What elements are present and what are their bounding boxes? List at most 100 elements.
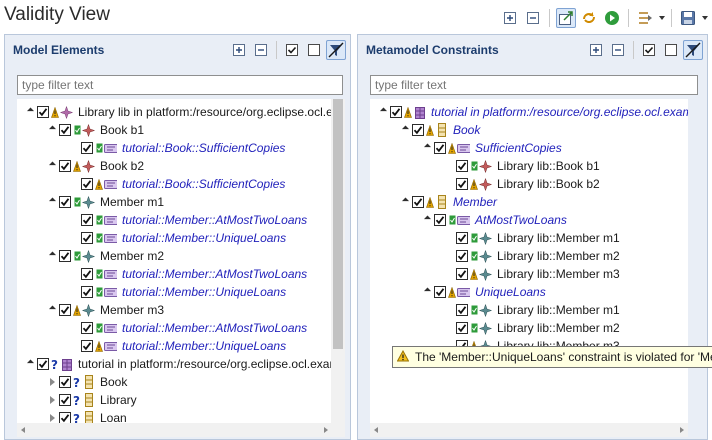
collapse-toggle-icon[interactable] (47, 395, 57, 405)
tree-row[interactable]: tutorial::Member::UniqueLoans (69, 283, 286, 301)
collapse-all-icon[interactable] (608, 40, 628, 60)
tree-row[interactable]: tutorial::Book::SufficientCopies (69, 175, 285, 193)
tree-row[interactable]: Library lib::Member m1 (444, 301, 620, 319)
select-all-icon[interactable] (639, 40, 659, 60)
enable-checkbox[interactable] (456, 160, 468, 172)
hide-filter-icon[interactable] (683, 40, 703, 60)
tree-row[interactable]: UniqueLoans (422, 283, 546, 301)
enable-checkbox[interactable] (59, 160, 71, 172)
tree-row[interactable]: tutorial::Member::AtMostTwoLoans (69, 319, 307, 337)
deselect-all-icon[interactable] (304, 40, 324, 60)
deselect-all-icon[interactable] (661, 40, 681, 60)
expand-toggle-icon[interactable] (47, 197, 57, 207)
enable-checkbox[interactable] (456, 178, 468, 190)
expand-toggle-icon[interactable] (422, 287, 432, 297)
collapse-toggle-icon[interactable] (47, 413, 57, 423)
expand-all-icon[interactable] (500, 8, 520, 28)
expand-toggle-icon[interactable] (25, 107, 35, 117)
tree-row[interactable]: Book b1 (47, 121, 144, 139)
expand-toggle-icon[interactable] (47, 305, 57, 315)
select-all-icon[interactable] (282, 40, 302, 60)
tree-row[interactable]: ? tutorial in platform:/resource/org.ecli… (25, 355, 332, 373)
tree-row[interactable]: ? Book (47, 373, 127, 391)
expand-toggle-icon[interactable] (47, 125, 57, 135)
enable-checkbox[interactable] (59, 250, 71, 262)
expand-toggle-icon[interactable] (378, 107, 388, 117)
expand-toggle-icon[interactable] (25, 359, 35, 369)
tree-row[interactable]: tutorial::Member::UniqueLoans (69, 337, 286, 355)
tree-row[interactable]: Library lib::Book b1 (444, 157, 600, 175)
expand-all-icon[interactable] (586, 40, 606, 60)
model-elements-tree[interactable]: Library lib in platform:/resource/org.ec… (17, 99, 332, 437)
enable-checkbox[interactable] (412, 124, 424, 136)
expand-all-icon[interactable] (229, 40, 249, 60)
hide-filter-icon[interactable] (326, 40, 346, 60)
tree-row[interactable]: Library lib in platform:/resource/org.ec… (25, 103, 332, 121)
expand-toggle-icon[interactable] (400, 125, 410, 135)
tree-row[interactable]: Member (400, 193, 497, 211)
enable-checkbox[interactable] (59, 304, 71, 316)
filter-menu-icon[interactable] (635, 8, 655, 28)
enable-checkbox[interactable] (59, 376, 71, 388)
expand-toggle-icon[interactable] (422, 215, 432, 225)
horizontal-scrollbar[interactable] (17, 423, 332, 437)
enable-checkbox[interactable] (456, 304, 468, 316)
enable-checkbox[interactable] (81, 142, 93, 154)
enable-checkbox[interactable] (37, 358, 49, 370)
vertical-scrollbar[interactable] (331, 99, 345, 437)
enable-checkbox[interactable] (81, 322, 93, 334)
enable-checkbox[interactable] (59, 124, 71, 136)
scrollbar-thumb[interactable] (333, 99, 343, 349)
tree-row[interactable]: tutorial::Member::AtMostTwoLoans (69, 265, 307, 283)
tree-row[interactable]: Library lib::Member m3 (444, 265, 620, 283)
filter-input[interactable] (17, 75, 343, 95)
enable-checkbox[interactable] (412, 196, 424, 208)
enable-checkbox[interactable] (434, 286, 446, 298)
enable-checkbox[interactable] (59, 196, 71, 208)
tree-row[interactable]: Library lib::Member m1 (444, 229, 620, 247)
tree-row[interactable]: Library lib::Member m2 (444, 247, 620, 265)
tree-row[interactable]: AtMostTwoLoans (422, 211, 567, 229)
enable-checkbox[interactable] (456, 250, 468, 262)
enable-checkbox[interactable] (81, 214, 93, 226)
run-validation-icon[interactable] (602, 8, 622, 28)
metamodel-constraints-tree[interactable]: tutorial in platform:/resource/org.eclip… (370, 99, 688, 437)
horizontal-scrollbar[interactable] (370, 423, 688, 437)
enable-checkbox[interactable] (81, 268, 93, 280)
collapse-all-icon[interactable] (251, 40, 271, 60)
enable-checkbox[interactable] (434, 214, 446, 226)
link-with-editor-icon[interactable] (556, 8, 576, 28)
chevron-down-icon[interactable] (702, 16, 708, 20)
expand-toggle-icon[interactable] (47, 251, 57, 261)
expand-toggle-icon[interactable] (400, 197, 410, 207)
tree-row[interactable]: ? Library (47, 391, 137, 409)
enable-checkbox[interactable] (456, 322, 468, 334)
tree-row[interactable]: Book (400, 121, 480, 139)
enable-checkbox[interactable] (390, 106, 402, 118)
expand-toggle-icon[interactable] (422, 143, 432, 153)
tree-row[interactable]: tutorial in platform:/resource/org.eclip… (378, 103, 688, 121)
tree-row[interactable]: Library lib::Member m2 (444, 319, 620, 337)
enable-checkbox[interactable] (37, 106, 49, 118)
collapse-toggle-icon[interactable] (47, 377, 57, 387)
expand-toggle-icon[interactable] (47, 161, 57, 171)
enable-checkbox[interactable] (59, 394, 71, 406)
enable-checkbox[interactable] (81, 286, 93, 298)
enable-checkbox[interactable] (456, 268, 468, 280)
tree-row[interactable]: Member m2 (47, 247, 164, 265)
tree-row[interactable]: Library lib::Book b2 (444, 175, 600, 193)
tree-row[interactable]: tutorial::Book::SufficientCopies (69, 139, 285, 157)
chevron-down-icon[interactable] (659, 16, 665, 20)
tree-row[interactable]: tutorial::Member::AtMostTwoLoans (69, 211, 307, 229)
tree-row[interactable]: tutorial::Member::UniqueLoans (69, 229, 286, 247)
tree-row[interactable]: Book b2 (47, 157, 144, 175)
tree-row[interactable]: Member m3 (47, 301, 164, 319)
save-icon[interactable] (678, 8, 698, 28)
refresh-icon[interactable] (579, 8, 599, 28)
tree-row[interactable]: Member m1 (47, 193, 164, 211)
collapse-all-icon[interactable] (523, 8, 543, 28)
enable-checkbox[interactable] (81, 232, 93, 244)
enable-checkbox[interactable] (456, 232, 468, 244)
enable-checkbox[interactable] (434, 142, 446, 154)
filter-input[interactable] (370, 75, 698, 95)
